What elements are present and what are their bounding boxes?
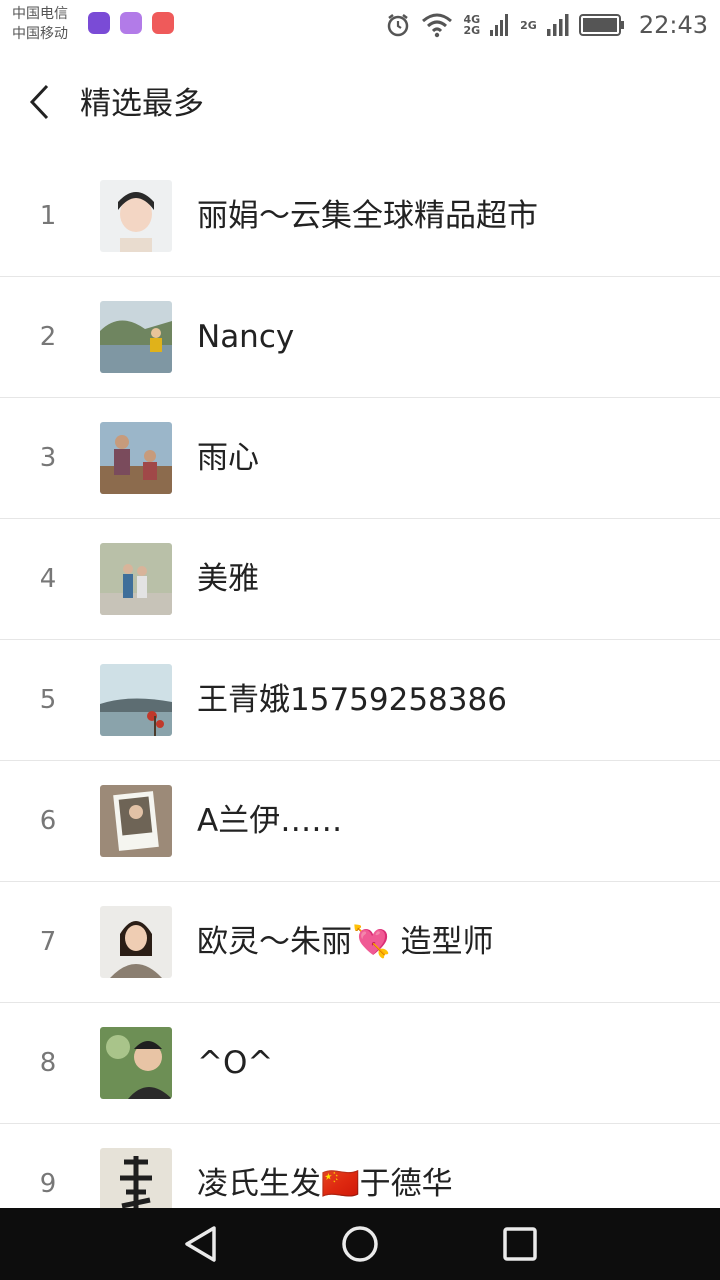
list-item[interactable]: 2 Nancy [0, 277, 720, 398]
status-bar: 中国电信 中国移动 4G 2G 2G 22:43 [0, 0, 720, 50]
rank-number: 6 [39, 806, 57, 836]
carrier-2: 中国移动 [12, 26, 68, 42]
status-indicators: 4G 2G 2G 22:43 [385, 6, 708, 44]
user-name: ^O^ [197, 1045, 274, 1081]
list-item[interactable]: 4 美雅 [0, 519, 720, 640]
user-name: 美雅 [197, 561, 259, 597]
rank-number: 7 [39, 927, 57, 957]
chevron-left-icon [29, 84, 49, 120]
avatar [100, 664, 172, 736]
signal-icon-2 [546, 14, 569, 36]
triangle-back-icon [185, 1226, 216, 1262]
nav-back-button[interactable] [178, 1222, 222, 1266]
alarm-icon [388, 14, 409, 37]
square-recents-icon [503, 1227, 537, 1261]
user-name: A兰伊…… [197, 803, 343, 839]
notification-icons [88, 12, 174, 34]
network-type-a: 4G 2G [463, 14, 480, 36]
rank-number: 1 [39, 201, 57, 231]
avatar [100, 301, 172, 373]
list-item[interactable]: 3 雨心 [0, 398, 720, 519]
clock: 22:43 [638, 11, 708, 39]
rank-number: 2 [39, 322, 57, 352]
nav-home-button[interactable] [338, 1222, 382, 1266]
network-label-2g-b: 2G [520, 18, 537, 32]
rank-number: 9 [39, 1169, 57, 1199]
avatar [100, 906, 172, 978]
rank-number: 4 [39, 564, 57, 594]
network-type-b: 2G [520, 20, 537, 31]
avatar [100, 422, 172, 494]
user-name: 丽娟～云集全球精品超市 [197, 198, 538, 234]
circle-home-icon [342, 1226, 378, 1262]
list-item[interactable]: 1 丽娟～云集全球精品超市 [0, 156, 720, 277]
avatar [100, 1027, 172, 1099]
avatar [100, 785, 172, 857]
header: 精选最多 [0, 50, 720, 158]
nav-recents-button[interactable] [498, 1222, 542, 1266]
list-item[interactable]: 8 ^O^ [0, 1003, 720, 1124]
signal-icon-1 [490, 14, 509, 36]
user-name: Nancy [197, 319, 295, 355]
user-name: 王青娥15759258386 [197, 682, 507, 718]
cloud-notification-icon [152, 12, 174, 34]
back-button[interactable] [18, 80, 62, 124]
rank-number: 5 [39, 685, 57, 715]
gallery-notification-icon [120, 12, 142, 34]
battery-icon [578, 14, 624, 36]
list-item[interactable]: 5 王青娥15759258386 [0, 640, 720, 761]
list-item[interactable]: 9 凌氏生发🇨🇳于德华 [0, 1124, 720, 1208]
user-name: 凌氏生发🇨🇳于德华 [197, 1166, 453, 1202]
user-name: 雨心 [197, 440, 259, 476]
carrier-labels: 中国电信 中国移动 [12, 4, 68, 44]
carrier-1: 中国电信 [12, 6, 68, 22]
user-name: 欧灵～朱丽💘 造型师 [197, 924, 494, 960]
wifi-icon [422, 13, 453, 38]
app-notification-icon [88, 12, 110, 34]
avatar [100, 543, 172, 615]
ranking-list: 1 丽娟～云集全球精品超市 2 Nancy 3 雨心 4 美雅 5 王青娥157… [0, 156, 720, 1208]
list-item[interactable]: 6 A兰伊…… [0, 761, 720, 882]
rank-number: 3 [39, 443, 57, 473]
screen: 中国电信 中国移动 4G 2G 2G 22:43 精选最多 1 丽娟～云集全球精… [0, 0, 720, 1280]
page-title: 精选最多 [80, 86, 204, 122]
rank-number: 8 [39, 1048, 57, 1078]
list-item[interactable]: 7 欧灵～朱丽💘 造型师 [0, 882, 720, 1003]
avatar [100, 1148, 172, 1208]
network-label-2g: 2G [463, 24, 481, 37]
avatar [100, 180, 172, 252]
system-nav-bar [0, 1208, 720, 1280]
